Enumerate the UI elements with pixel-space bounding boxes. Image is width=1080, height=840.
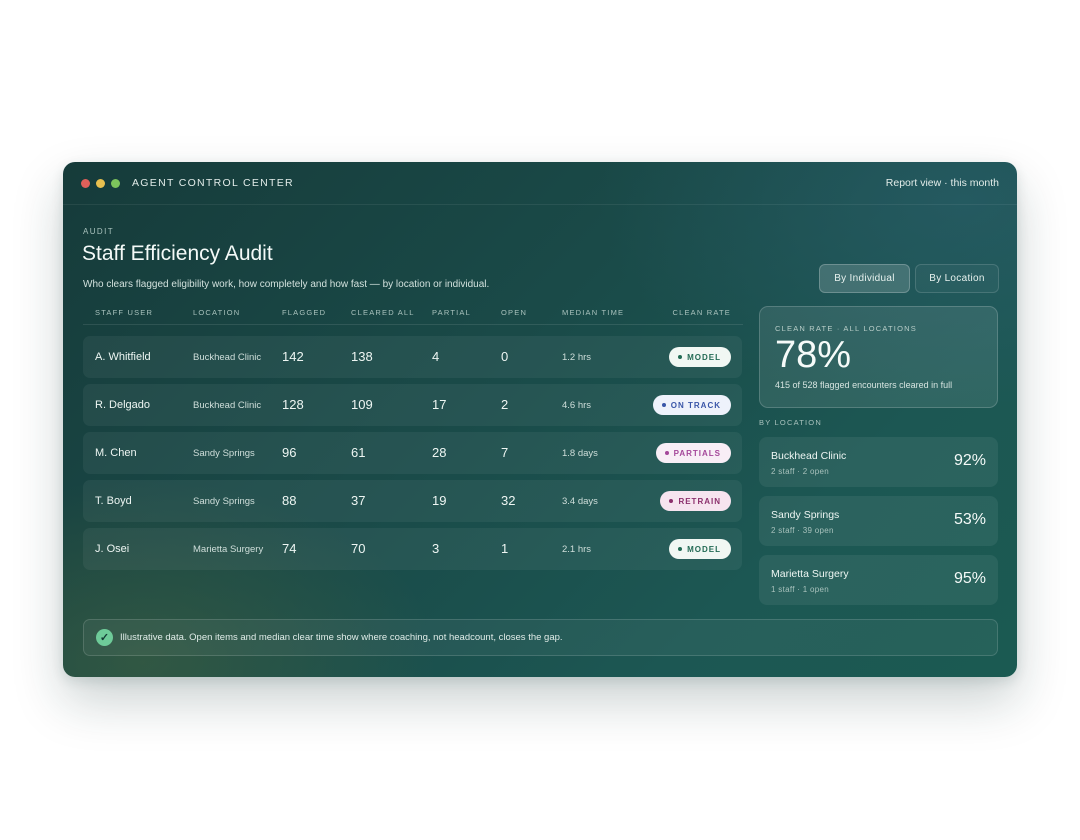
clean-rate-label: CLEAN RATE · ALL LOCATIONS [775, 324, 917, 333]
clean-rate-value: 78% [775, 334, 852, 376]
table-row[interactable]: M. Chen Sandy Springs 96 61 28 7 1.8 day… [83, 432, 742, 474]
location-card-buckhead-clinic[interactable]: Buckhead Clinic 2 staff · 2 open 92% [759, 437, 998, 487]
location-meta: 1 staff · 1 open [771, 585, 830, 594]
open-cell: 0 [501, 349, 509, 364]
column-header-median-time: MEDIAN TIME [562, 308, 625, 317]
flagged-cell: 88 [282, 493, 297, 508]
partial-cell: 4 [432, 349, 440, 364]
cleared-all-cell: 37 [351, 493, 366, 508]
location-name: Buckhead Clinic [771, 450, 847, 462]
minimize-window-button[interactable] [96, 179, 105, 188]
staff-user-cell: M. Chen [95, 447, 137, 459]
status-dot-icon [661, 403, 666, 407]
badge-label: MODEL [687, 352, 721, 362]
location-name: Marietta Surgery [771, 568, 849, 580]
app-title: AGENT CONTROL CENTER [132, 177, 294, 189]
section-eyebrow: AUDIT [83, 227, 114, 236]
table-row[interactable]: T. Boyd Sandy Springs 88 37 19 32 3.4 da… [83, 480, 742, 522]
open-cell: 2 [501, 397, 509, 412]
badge-label: ON TRACK [670, 400, 721, 410]
median-time-cell: 1.8 days [562, 448, 598, 459]
table-row[interactable]: A. Whitfield Buckhead Clinic 142 138 4 0… [83, 336, 742, 378]
median-time-cell: 3.4 days [562, 496, 598, 507]
staff-user-cell: T. Boyd [95, 495, 132, 507]
report-view-label: Report view · this month [885, 177, 999, 189]
status-dot-icon [669, 499, 674, 503]
partial-cell: 17 [432, 397, 447, 412]
location-card-marietta-surgery[interactable]: Marietta Surgery 1 staff · 1 open 95% [759, 555, 998, 605]
clean-rate-note: 415 of 528 flagged encounters cleared in… [775, 380, 953, 390]
badge-label: PARTIALS [673, 448, 721, 458]
column-header-clean-rate: CLEAN RATE [672, 308, 731, 317]
median-time-cell: 2.1 hrs [562, 544, 592, 555]
cleared-all-cell: 61 [351, 445, 366, 460]
footer-note: ✓ Illustrative data. Open items and medi… [83, 619, 998, 656]
open-cell: 32 [501, 493, 516, 508]
by-location-heading: BY LOCATION [759, 418, 822, 427]
maximize-window-button[interactable] [111, 179, 120, 188]
by-location-button[interactable]: By Location [915, 264, 999, 293]
clean-rate-badge: MODEL [669, 347, 731, 367]
table-row[interactable]: J. Osei Marietta Surgery 74 70 3 1 2.1 h… [83, 528, 742, 570]
location-cell: Sandy Springs [193, 496, 255, 507]
footer-text: Illustrative data. Open items and median… [120, 632, 563, 643]
check-icon: ✓ [96, 629, 113, 646]
median-time-cell: 4.6 hrs [562, 400, 592, 411]
cleared-all-cell: 70 [351, 541, 366, 556]
partial-cell: 28 [432, 445, 447, 460]
clean-rate-badge: RETRAIN [660, 491, 731, 511]
clean-rate-badge: MODEL [669, 539, 731, 559]
column-header-partial: PARTIAL [432, 308, 471, 317]
flagged-cell: 74 [282, 541, 297, 556]
location-cell: Marietta Surgery [193, 544, 264, 555]
title-bar: AGENT CONTROL CENTER Report view · this … [63, 162, 1017, 205]
column-header-location: LOCATION [193, 308, 241, 317]
open-cell: 1 [501, 541, 509, 556]
cleared-all-cell: 138 [351, 349, 373, 364]
clean-rate-badge: PARTIALS [655, 443, 731, 463]
location-meta: 2 staff · 2 open [771, 467, 830, 476]
flagged-cell: 128 [282, 397, 304, 412]
flagged-cell: 96 [282, 445, 297, 460]
page-subtitle: Who clears flagged eligibility work, how… [83, 279, 490, 290]
badge-label: MODEL [687, 544, 721, 554]
page-title: Staff Efficiency Audit [82, 242, 273, 265]
location-percentage: 92% [953, 452, 986, 469]
location-percentage: 53% [953, 511, 986, 528]
status-dot-icon [678, 355, 683, 359]
location-meta: 2 staff · 39 open [771, 526, 834, 535]
flagged-cell: 142 [282, 349, 304, 364]
column-header-flagged: FLAGGED [282, 308, 327, 317]
clean-rate-badge: ON TRACK [652, 395, 731, 415]
close-window-button[interactable] [81, 179, 90, 188]
partial-cell: 3 [432, 541, 440, 556]
staff-user-cell: R. Delgado [95, 399, 151, 411]
clean-rate-summary-card: CLEAN RATE · ALL LOCATIONS 78% 415 of 52… [759, 306, 998, 408]
column-header-cleared-all: CLEARED ALL [351, 308, 415, 317]
column-header-open: OPEN [501, 308, 528, 317]
location-name: Sandy Springs [771, 509, 840, 521]
table-header: STAFF USER LOCATION FLAGGED CLEARED ALL … [83, 305, 743, 325]
cleared-all-cell: 109 [351, 397, 373, 412]
table-row[interactable]: R. Delgado Buckhead Clinic 128 109 17 2 … [83, 384, 742, 426]
badge-label: RETRAIN [678, 496, 721, 506]
by-individual-button[interactable]: By Individual [819, 264, 910, 293]
column-header-staff-user: STAFF USER [95, 308, 154, 317]
location-percentage: 95% [953, 570, 986, 587]
location-card-sandy-springs[interactable]: Sandy Springs 2 staff · 39 open 53% [759, 496, 998, 546]
open-cell: 7 [501, 445, 509, 460]
location-cell: Buckhead Clinic [193, 352, 262, 363]
median-time-cell: 1.2 hrs [562, 352, 592, 363]
staff-user-cell: J. Osei [95, 543, 130, 555]
app-window: AGENT CONTROL CENTER Report view · this … [63, 162, 1017, 677]
location-cell: Sandy Springs [193, 448, 255, 459]
location-cell: Buckhead Clinic [193, 400, 262, 411]
status-dot-icon [678, 547, 683, 551]
partial-cell: 19 [432, 493, 447, 508]
status-dot-icon [664, 451, 669, 455]
staff-user-cell: A. Whitfield [95, 351, 151, 363]
